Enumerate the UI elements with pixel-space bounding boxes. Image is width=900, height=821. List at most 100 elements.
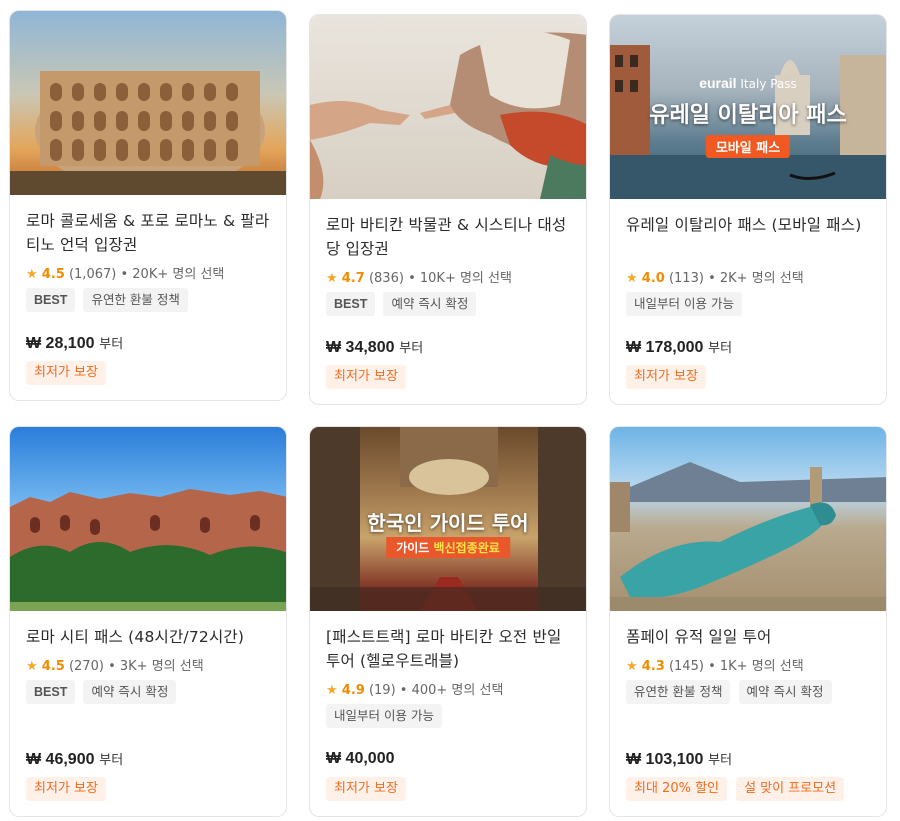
tag-badge: 예약 즉시 확정 [383,292,477,316]
promo-badge: 최대 20% 할인 [626,777,727,801]
sistine-illustration [310,31,586,199]
product-title[interactable]: 유레일 이탈리아 패스 (모바일 패스) [626,213,870,261]
rating-line: ★ 4.5 (270) • 3K+ 명의 선택 [26,655,270,674]
product-card-eurail[interactable]: eurail Italy Pass 유레일 이탈리아 패스 모바일 패스 유레일… [609,14,887,405]
price: ₩ 28,100 부터 [26,333,123,353]
review-count: (836) [368,271,404,286]
promo-list: 최저가 보장 [26,777,110,801]
selection-count: • 400+ 명의 선택 [399,683,504,698]
promo-badge: 최저가 보장 [326,777,406,801]
pompeii-illustration [610,462,886,611]
promo-badge: 최저가 보장 [626,365,706,389]
price-suffix: 부터 [99,337,124,352]
tag-list: 내일부터 이용 가능 [626,292,870,316]
price-amount: ₩ 46,900 [26,751,95,768]
image-pill: 모바일 패스 [705,135,791,158]
image-title: 유레일 이탈리아 패스 [649,103,847,128]
tag-badge: 예약 즉시 확정 [738,680,832,704]
product-title[interactable]: [패스트트랙] 로마 바티칸 오전 반일투어 (헬로우트래블) [326,625,570,673]
selection-count: • 1K+ 명의 선택 [708,659,804,674]
promo-list: 최대 20% 할인 설 맞이 프로모션 [626,777,848,801]
price-amount: ₩ 34,800 [326,339,395,356]
promo-list: 최저가 보장 [326,777,410,801]
rating-line: ★ 4.3 (145) • 1K+ 명의 선택 [626,655,870,674]
price: ₩ 103,100 부터 [626,749,732,769]
star-icon: ★ [626,659,638,674]
rating-score: 4.7 [341,271,365,286]
tag-list: 유연한 환불 정책 예약 즉시 확정 [626,680,870,704]
rating-score: 4.0 [641,271,665,286]
review-count: (113) [668,271,704,286]
eurail-brand-sub: Italy Pass [740,77,797,91]
tag-badge: 예약 즉시 확정 [83,680,177,704]
price-amount: ₩ 28,100 [26,335,95,352]
price-suffix: 부터 [99,753,124,768]
forum-illustration [10,489,286,611]
tag-badge: 내일부터 이용 가능 [626,292,742,316]
price: ₩ 34,800 부터 [326,337,423,357]
tag-list: 내일부터 이용 가능 [326,704,570,728]
review-count: (1,067) [68,267,117,282]
product-card-vatican-tour[interactable]: 한국인 가이드 투어 가이드 백신접종완료 [패스트트랙] 로마 바티칸 오전 … [309,426,587,817]
rating-score: 4.5 [41,659,65,674]
selection-count: • 10K+ 명의 선택 [408,271,512,286]
image-pill-guide: 가이드 [396,541,430,555]
product-card-pompeii[interactable]: 폼페이 유적 일일 투어 ★ 4.3 (145) • 1K+ 명의 선택 유연한… [609,426,887,817]
product-image-eurail: eurail Italy Pass 유레일 이탈리아 패스 모바일 패스 [610,15,886,199]
eurail-brand: eurail Italy Pass [610,75,886,91]
image-pill-vaccine: 백신접종완료 [433,541,500,555]
price-suffix: 부터 [399,341,424,356]
rating-line: ★ 4.0 (113) • 2K+ 명의 선택 [626,267,870,286]
promo-list: 최저가 보장 [26,361,110,385]
review-count: (19) [368,683,396,698]
price: ₩ 46,900 부터 [26,749,123,769]
price: ₩ 40,000 [326,749,394,768]
product-card-rome-city-pass[interactable]: 로마 시티 패스 (48시간/72시간) ★ 4.5 (270) • 3K+ 명… [9,426,287,817]
colosseum-illustration [10,71,286,195]
product-image-colosseum [10,11,286,195]
rating-score: 4.3 [641,659,665,674]
star-icon: ★ [26,659,38,674]
eurail-logo-text: eurail [699,75,737,91]
image-pill: 가이드 백신접종완료 [386,537,510,558]
rating-line: ★ 4.7 (836) • 10K+ 명의 선택 [326,267,570,286]
product-image-basilica: 한국인 가이드 투어 가이드 백신접종완료 [310,427,586,611]
rating-score: 4.9 [341,683,365,698]
review-count: (270) [68,659,104,674]
tag-badge: BEST [26,680,76,704]
tag-list: BEST 유연한 환불 정책 [26,288,270,312]
promo-badge: 설 맞이 프로모션 [736,777,845,801]
product-image-forum [10,427,286,611]
tag-list: BEST 예약 즉시 확정 [326,292,570,316]
rating-line: ★ 4.9 (19) • 400+ 명의 선택 [326,679,570,698]
image-title: 한국인 가이드 투어 [367,511,529,535]
product-image-sistine [310,15,586,199]
selection-count: • 20K+ 명의 선택 [120,267,225,282]
star-icon: ★ [326,271,338,286]
promo-badge: 최저가 보장 [326,365,406,389]
product-card-vatican[interactable]: 로마 바티칸 박물관 & 시스티나 대성당 입장권 ★ 4.7 (836) • … [309,14,587,405]
review-count: (145) [668,659,704,674]
price-suffix: 부터 [708,341,733,356]
rating-score: 4.5 [41,267,65,282]
promo-badge: 최저가 보장 [26,361,106,385]
selection-count: • 2K+ 명의 선택 [708,271,804,286]
tag-badge: 유연한 환불 정책 [83,288,188,312]
product-title[interactable]: 로마 콜로세움 & 포로 로마노 & 팔라티노 언덕 입장권 [26,209,270,257]
star-icon: ★ [26,267,38,282]
tag-badge: BEST [26,288,76,312]
promo-list: 최저가 보장 [626,365,710,389]
promo-badge: 최저가 보장 [26,777,106,801]
product-card-colosseum[interactable]: 로마 콜로세움 & 포로 로마노 & 팔라티노 언덕 입장권 ★ 4.5 (1,… [9,10,287,401]
price: ₩ 178,000 부터 [626,337,732,357]
price-amount: ₩ 40,000 [326,750,395,767]
tag-badge: 내일부터 이용 가능 [326,704,442,728]
promo-list: 최저가 보장 [326,365,410,389]
price-amount: ₩ 103,100 [626,751,704,768]
tag-badge: 유연한 환불 정책 [626,680,731,704]
price-suffix: 부터 [708,753,733,768]
selection-count: • 3K+ 명의 선택 [108,659,204,674]
tag-list: BEST 예약 즉시 확정 [26,680,270,704]
product-title[interactable]: 로마 바티칸 박물관 & 시스티나 대성당 입장권 [326,213,570,261]
star-icon: ★ [326,683,338,698]
